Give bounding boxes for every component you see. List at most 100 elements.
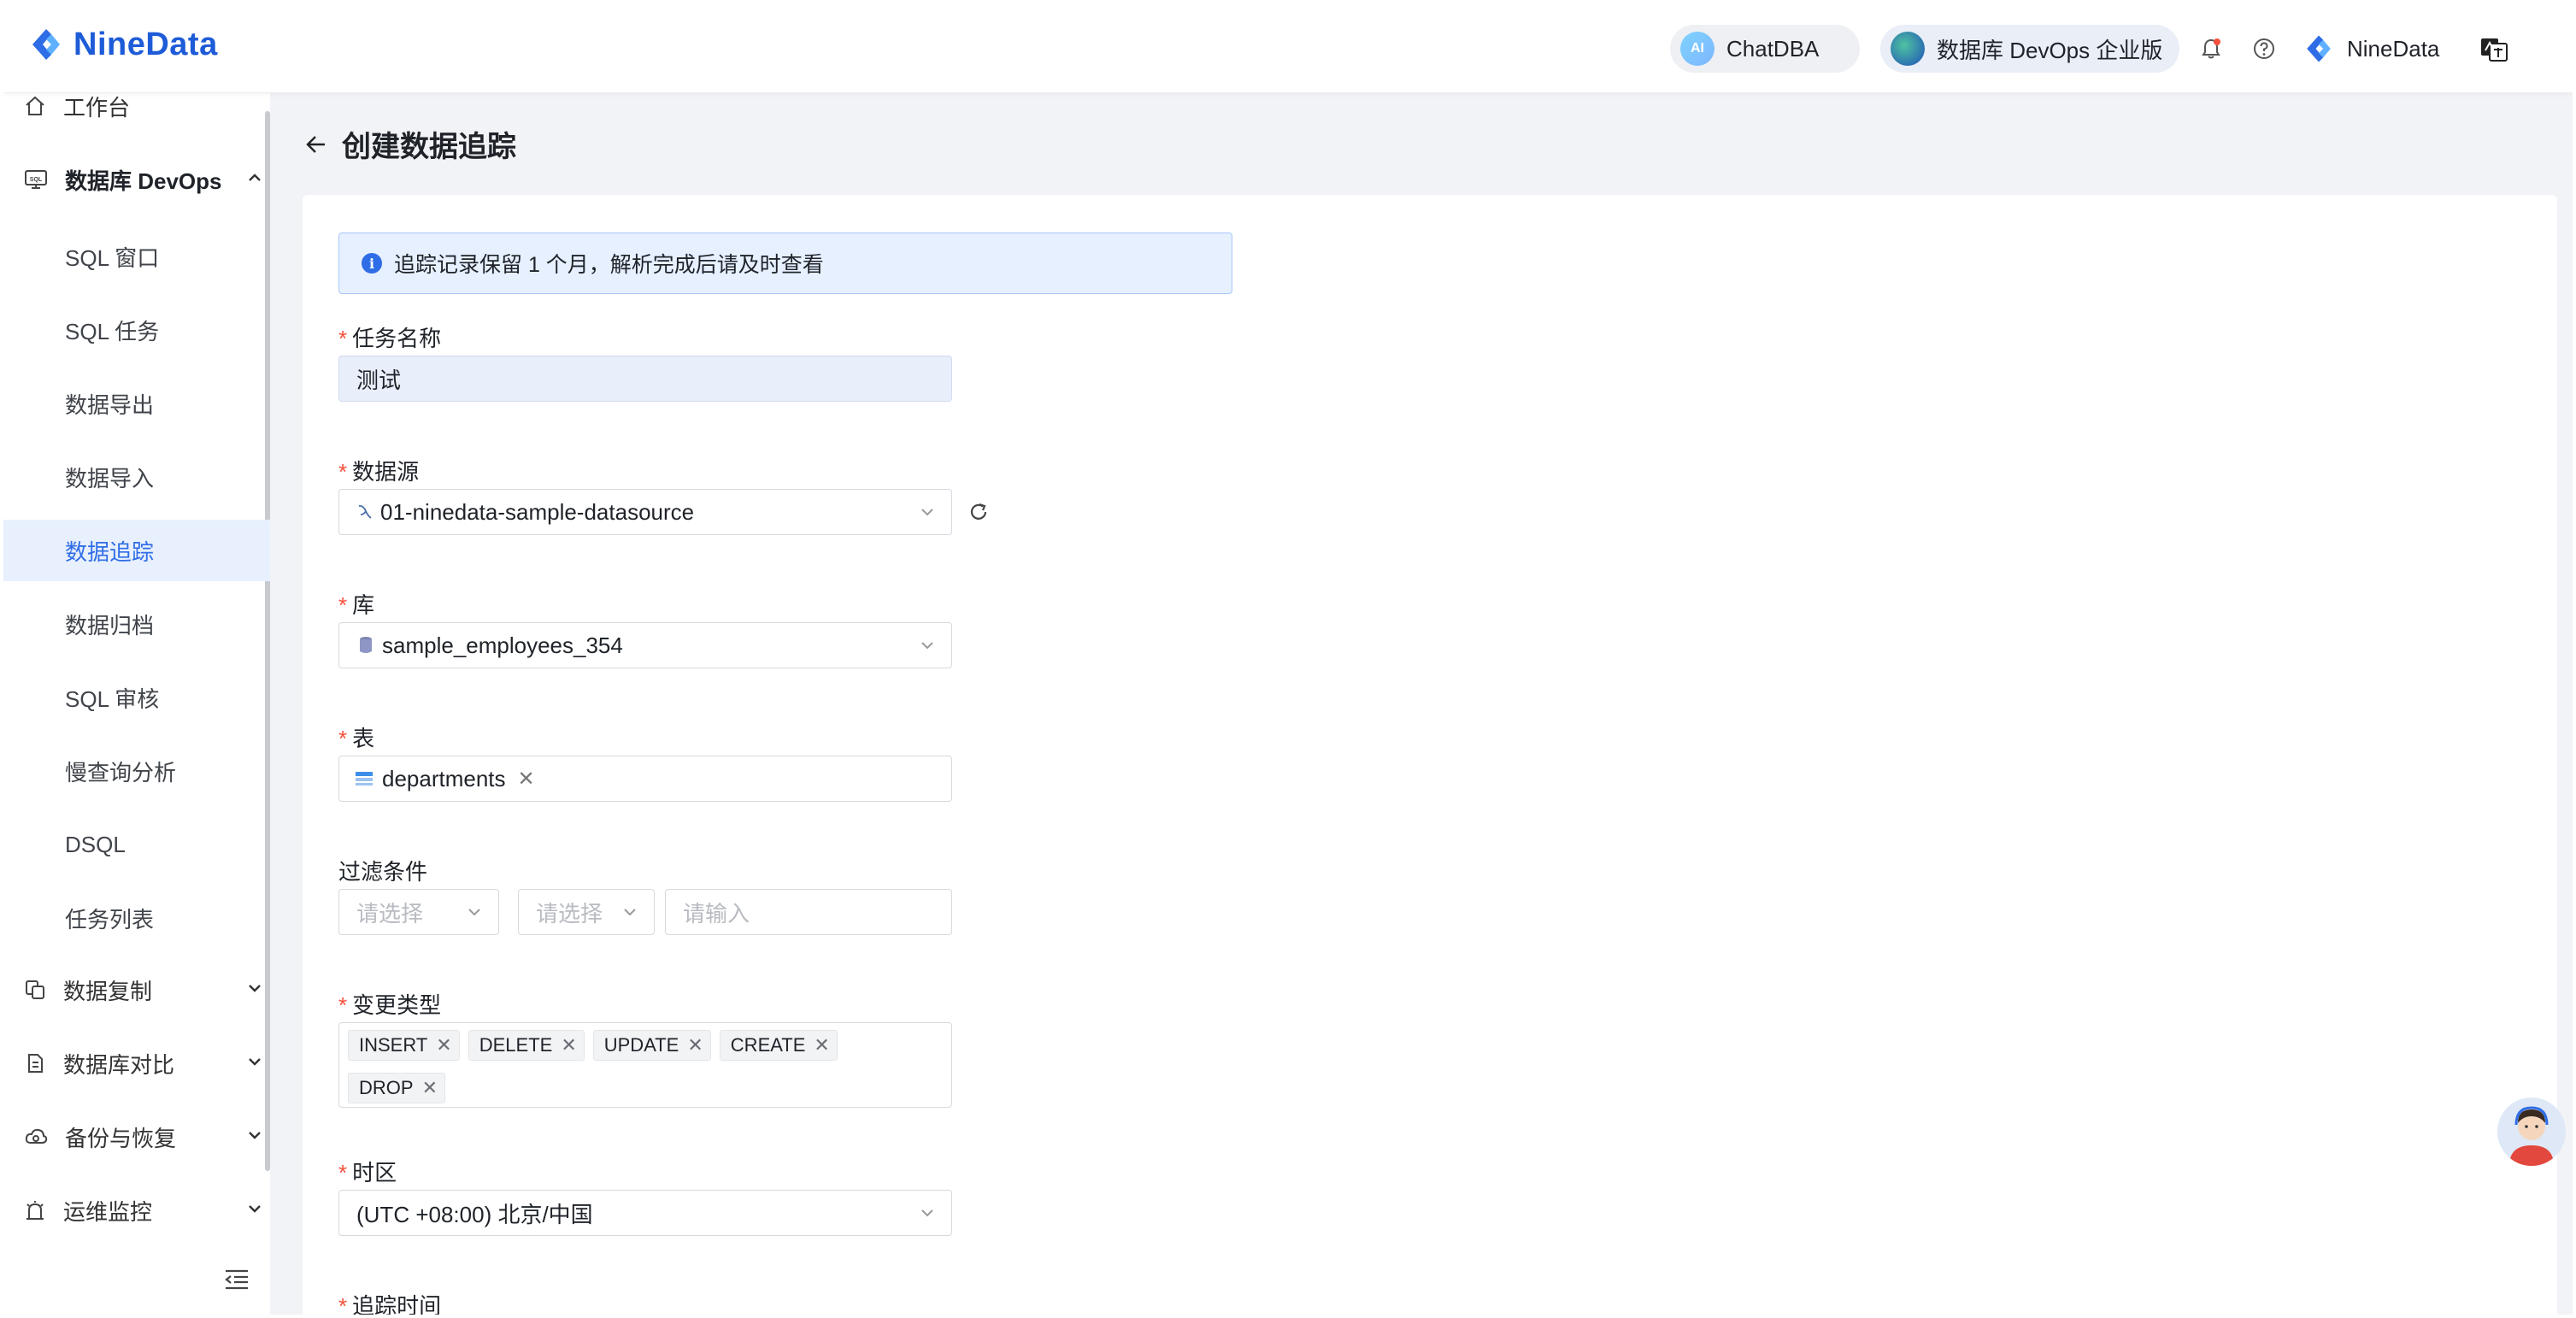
alert-text: 追踪记录保留 1 个月，解析完成后请及时查看 — [394, 253, 824, 277]
sidebar-group-label: 数据复制 — [63, 978, 153, 1004]
form-card: i 追踪记录保留 1 个月，解析完成后请及时查看 * 任务名称 测试 * 数据源 0… — [303, 195, 2557, 1315]
cloud-icon — [25, 1128, 48, 1144]
required-mark: * — [338, 992, 348, 1018]
task-name-label: * 任务名称 — [338, 326, 442, 351]
sidebar-group-db-compare[interactable]: 数据库对比 — [3, 1033, 285, 1094]
chatdba-button[interactable]: AI ChatDBA — [1670, 25, 1860, 73]
datasource-value: 01-ninedata-sample-datasource — [380, 498, 695, 525]
help-icon[interactable] — [2251, 36, 2277, 62]
remove-tag-icon[interactable]: ✕ — [518, 767, 535, 791]
page-header: 创建数据追踪 — [304, 123, 516, 165]
timezone-select[interactable]: (UTC +08:00) 北京/中国 — [338, 1190, 952, 1236]
chevron-down-icon — [468, 909, 480, 916]
sidebar-group-label: 运维监控 — [63, 1198, 153, 1225]
svg-text:SQL: SQL — [30, 177, 43, 183]
app-frame: NineData AI ChatDBA 数据库 DevOps 企业版 NineD… — [3, 3, 2573, 1315]
change-type-tag: INSERT ✕ — [348, 1030, 460, 1061]
ai-icon-text: AI — [1691, 41, 1704, 56]
collapse-sidebar-icon[interactable] — [224, 1268, 250, 1291]
required-mark: * — [338, 1293, 348, 1315]
devops-edition-label: 数据库 DevOps 企业版 — [1937, 37, 2163, 63]
database-icon — [360, 637, 372, 653]
page-title: 创建数据追踪 — [342, 131, 516, 163]
ai-icon: AI — [1680, 32, 1714, 66]
mysql-dolphin-icon — [358, 504, 372, 519]
chevron-down-icon — [921, 642, 933, 650]
copy-icon — [26, 980, 44, 999]
datasource-label: * 数据源 — [338, 459, 420, 485]
brand-logo[interactable]: NineData — [27, 26, 218, 63]
sql-monitor-icon: SQL — [25, 170, 47, 189]
alarm-icon — [26, 1201, 44, 1220]
globe-icon — [1891, 32, 1925, 66]
remove-tag-icon[interactable]: ✕ — [422, 1077, 438, 1099]
bell-icon[interactable] — [2198, 36, 2224, 62]
sidebar-item-label: 工作台 — [63, 94, 131, 121]
database-select[interactable]: sample_employees_354 — [338, 622, 952, 668]
filter-operator-placeholder: 请选择 — [536, 900, 603, 927]
filter-field-select[interactable]: 请选择 — [338, 889, 499, 935]
required-mark: * — [338, 592, 348, 618]
sidebar-group-backup[interactable]: 备份与恢复 — [3, 1106, 285, 1168]
filter-field-placeholder: 请选择 — [356, 900, 424, 927]
table-tag-label: departments — [382, 765, 506, 791]
sidebar-item-label: 数据追踪 — [65, 538, 155, 565]
change-type-tag: CREATE ✕ — [719, 1030, 838, 1061]
sidebar-group-ops-monitor[interactable]: 运维监控 — [3, 1180, 285, 1241]
sidebar: 工作台 SQL 数据库 DevOps SQL 窗口 SQL 任务 数据导出 数据… — [3, 92, 326, 1315]
sidebar-item-label: SQL 审核 — [65, 685, 160, 712]
filter-operator-select[interactable]: 请选择 — [518, 889, 655, 935]
chevron-down-icon — [921, 509, 933, 516]
table-multiselect[interactable]: departments ✕ — [338, 756, 952, 802]
sidebar-group-label: 备份与恢复 — [65, 1125, 177, 1151]
change-type-multiselect[interactable]: INSERT ✕ DELETE ✕ UPDATE ✕ CREATE ✕ DROP ✕ — [338, 1022, 952, 1108]
database-label: * 库 — [338, 592, 375, 618]
sidebar-item-label: 数据归档 — [65, 612, 155, 638]
home-icon — [26, 96, 44, 115]
task-name-value: 测试 — [356, 367, 402, 393]
required-mark: * — [338, 326, 348, 351]
info-icon: i — [362, 253, 382, 274]
ninedata-logo-icon — [32, 29, 60, 60]
sidebar-group-label: 数据库对比 — [63, 1051, 175, 1078]
refresh-icon[interactable] — [967, 501, 990, 523]
support-avatar[interactable] — [2497, 1097, 2566, 1166]
chatdba-label: ChatDBA — [1726, 35, 1820, 62]
filter-value-placeholder: 请输入 — [683, 900, 750, 927]
sidebar-item-label: 数据导出 — [65, 391, 155, 418]
change-type-label: * 变更类型 — [338, 992, 442, 1018]
sidebar-item-label: DSQL — [65, 831, 126, 857]
compare-icon — [28, 1054, 43, 1073]
support-agent-icon — [2509, 1106, 2554, 1166]
change-type-tag: DELETE ✕ — [468, 1030, 585, 1061]
change-type-tag: DROP ✕ — [348, 1073, 445, 1103]
sidebar-item-label: 慢查询分析 — [65, 759, 177, 786]
chevron-down-icon — [624, 909, 636, 916]
required-mark: * — [338, 726, 348, 751]
sidebar-group-devops[interactable]: SQL 数据库 DevOps — [3, 149, 285, 210]
info-alert: i 追踪记录保留 1 个月，解析完成后请及时查看 — [338, 232, 1232, 294]
remove-tag-icon[interactable]: ✕ — [561, 1034, 576, 1056]
filter-value-input[interactable]: 请输入 — [665, 889, 952, 935]
language-icon[interactable] — [2479, 34, 2509, 65]
filter-label: 过滤条件 — [338, 859, 428, 885]
sidebar-group-replication[interactable]: 数据复制 — [3, 959, 285, 1021]
timezone-label: * 时区 — [338, 1160, 397, 1186]
database-value: sample_employees_354 — [382, 632, 623, 658]
datasource-select[interactable]: 01-ninedata-sample-datasource — [338, 489, 952, 535]
top-header: NineData AI ChatDBA 数据库 DevOps 企业版 NineD… — [3, 3, 2573, 93]
brand-name: NineData — [74, 26, 218, 62]
task-name-input[interactable]: 测试 — [338, 356, 952, 402]
chevron-down-icon — [249, 1058, 261, 1066]
remove-tag-icon[interactable]: ✕ — [814, 1034, 829, 1056]
back-arrow-icon[interactable] — [304, 132, 328, 156]
remove-tag-icon[interactable]: ✕ — [436, 1034, 451, 1056]
devops-edition-button[interactable]: 数据库 DevOps 企业版 — [1880, 25, 2179, 73]
sidebar-item-label: SQL 任务 — [65, 318, 160, 344]
user-name: NineData — [2347, 35, 2440, 62]
sidebar-group-label: 数据库 DevOps — [65, 168, 222, 194]
change-type-tag: UPDATE ✕ — [592, 1030, 711, 1061]
remove-tag-icon[interactable]: ✕ — [687, 1034, 703, 1056]
user-menu[interactable]: NineData — [2303, 32, 2439, 65]
required-mark: * — [338, 1160, 348, 1186]
